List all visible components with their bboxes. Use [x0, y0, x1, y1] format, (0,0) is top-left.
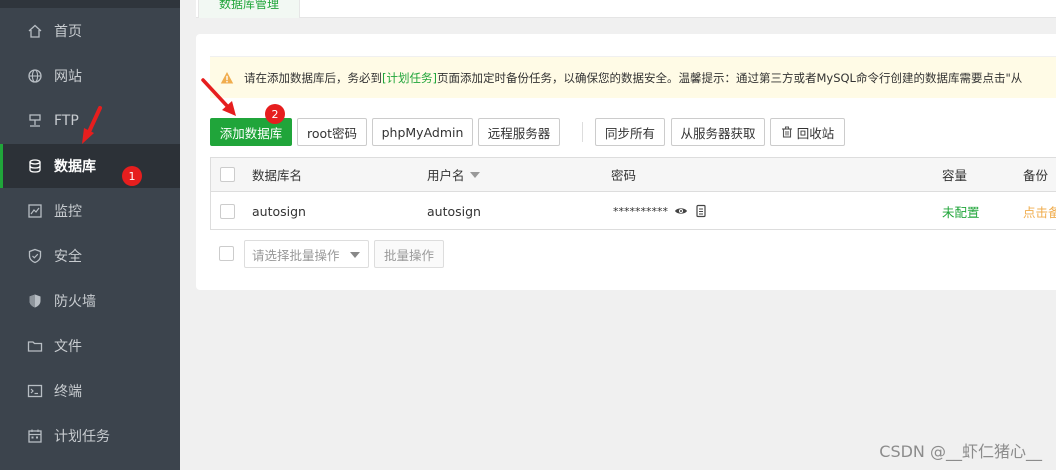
col-db-name[interactable]: 数据库名 — [252, 158, 302, 191]
phpmyadmin-button[interactable]: phpMyAdmin — [372, 118, 473, 146]
sidebar-item-label: 终端 — [54, 384, 82, 400]
table-header: 数据库名 用户名 密码 容量 备份 — [211, 158, 1056, 192]
ftp-icon — [27, 113, 43, 129]
col-backup: 备份 — [1023, 168, 1049, 183]
notice-text-after: 页面添加定时备份任务，以确保您的数据安全。温馨提示：通过第三方或者MySQL命令… — [436, 70, 1023, 85]
col-capacity: 容量 — [942, 168, 968, 183]
monitor-icon — [27, 203, 43, 219]
notice-text-before: 请在添加数据库后，务必到 — [244, 70, 382, 85]
recycle-bin-label: 回收站 — [796, 125, 835, 141]
row-checkbox[interactable] — [220, 203, 235, 219]
trash-icon — [781, 126, 792, 138]
sidebar-item-home[interactable]: 首页 — [0, 9, 180, 53]
sidebar-item-label: 监控 — [54, 204, 82, 220]
sidebar-item-label: 安全 — [54, 249, 82, 265]
sidebar-item-label: 网站 — [54, 69, 82, 85]
tab-label: 数据库管理 — [218, 0, 279, 11]
sidebar-item-firewall[interactable]: 防火墙 — [0, 279, 180, 323]
password-masked: ********** — [613, 204, 668, 218]
eye-icon[interactable] — [674, 204, 688, 218]
chevron-down-icon — [350, 252, 360, 258]
table-row: autosign autosign ********** 未配置 点击备 — [211, 192, 1056, 230]
folder-icon — [27, 338, 43, 354]
calendar-icon — [27, 428, 43, 444]
sidebar-item-label: FTP — [54, 113, 79, 129]
col-username[interactable]: 用户名 — [427, 158, 480, 191]
sidebar-item-label: 防火墙 — [54, 294, 96, 310]
sidebar-item-monitor[interactable]: 监控 — [0, 189, 180, 233]
warning-notice: 请在添加数据库后，务必到 [计划任务] 页面添加定时备份任务，以确保您的数据安全。温… — [210, 56, 1056, 98]
remote-server-button[interactable]: 远程服务器 — [478, 118, 560, 146]
capacity-status-link[interactable]: 未配置 — [942, 192, 980, 230]
col-password: 密码 — [611, 168, 637, 183]
copy-icon[interactable] — [694, 204, 708, 218]
db-name-cell: autosign — [252, 203, 306, 219]
watermark: CSDN @__虾仁猪心__ — [879, 442, 1042, 461]
get-from-server-button[interactable]: 从服务器获取 — [671, 118, 765, 146]
sidebar-item-label: 首页 — [54, 24, 82, 40]
backup-link[interactable]: 点击备 — [1023, 192, 1056, 230]
database-icon — [27, 158, 43, 174]
col-username-label: 用户名 — [427, 168, 465, 183]
sidebar-item-terminal[interactable]: 终端 — [0, 369, 180, 413]
select-all-checkbox[interactable] — [220, 167, 235, 182]
sidebar-item-files[interactable]: 文件 — [0, 324, 180, 368]
globe-icon — [27, 68, 43, 84]
database-table: 数据库名 用户名 密码 容量 备份 autosign autosign ****… — [210, 157, 1056, 230]
batch-select-checkbox[interactable] — [219, 246, 234, 261]
main-panel: 请在添加数据库后，务必到 [计划任务] 页面添加定时备份任务，以确保您的数据安全。温… — [196, 34, 1056, 290]
firewall-icon — [27, 293, 43, 309]
batch-operation-select[interactable]: 请选择批量操作 — [244, 240, 369, 268]
select-all-cell — [220, 158, 235, 191]
sync-all-button[interactable]: 同步所有 — [595, 118, 665, 146]
batch-select-placeholder: 请选择批量操作 — [252, 247, 340, 263]
toolbar-divider — [582, 122, 583, 142]
annotation-badge-2: 2 — [265, 104, 285, 124]
sidebar-item-security[interactable]: 安全 — [0, 234, 180, 278]
annotation-badge-1: 1 — [122, 166, 142, 186]
tab-bar: 数据库管理 — [196, 0, 1056, 18]
terminal-icon — [27, 383, 43, 399]
sidebar-item-cron[interactable]: 计划任务 — [0, 414, 180, 458]
sidebar-top-strip — [0, 0, 180, 8]
root-password-button[interactable]: root密码 — [297, 118, 367, 146]
sort-down-icon — [469, 171, 480, 178]
warning-icon — [220, 71, 234, 83]
sidebar-item-website[interactable]: 网站 — [0, 54, 180, 98]
recycle-bin-button[interactable]: 回收站 — [770, 118, 845, 146]
sidebar-item-label: 计划任务 — [54, 429, 110, 445]
username-cell: autosign — [427, 203, 481, 219]
sidebar-item-database[interactable]: 数据库 — [0, 144, 180, 188]
tab-database-management[interactable]: 数据库管理 — [198, 0, 300, 18]
row-checkbox-cell — [220, 192, 235, 230]
sidebar-item-ftp[interactable]: FTP — [0, 99, 180, 143]
batch-operation-button[interactable]: 批量操作 — [374, 240, 444, 268]
sidebar-item-label: 文件 — [54, 339, 82, 355]
sidebar-item-label: 数据库 — [54, 159, 96, 175]
home-icon — [27, 23, 43, 39]
sidebar: 首页 网站 FTP 数据库 监控 安全 防火墙 文件 终端 计划任务 — [0, 0, 180, 470]
cron-task-link[interactable]: [计划任务] — [382, 70, 437, 86]
shield-icon — [27, 248, 43, 264]
password-cell: ********** — [613, 192, 708, 230]
